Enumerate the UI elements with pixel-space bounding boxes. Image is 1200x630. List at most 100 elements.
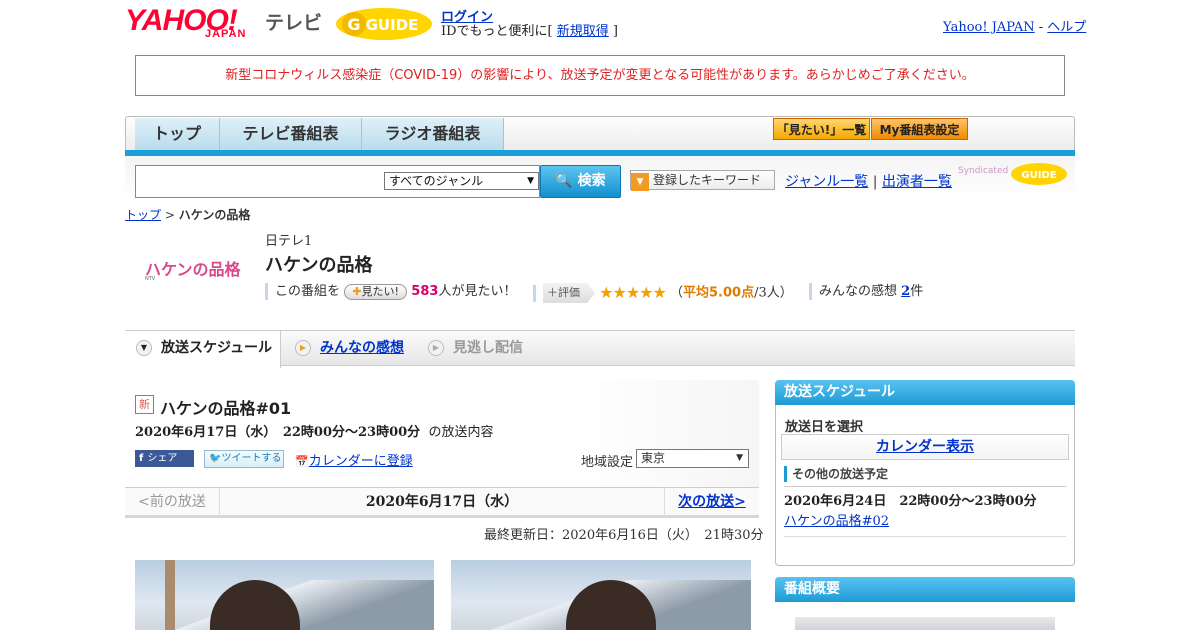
program-logo: ハケンの品格 [145, 260, 241, 279]
triangle-down-icon: ▼ [136, 340, 152, 356]
facebook-share-label: シェア [147, 453, 178, 464]
tab-catchup-label: 見逃し配信 [453, 340, 523, 356]
prev-broadcast-link: <前の放送 [125, 488, 220, 517]
covid-notice: 新型コロナウィルス感染症（COVID-19）の影響により、放送予定が変更となる可… [135, 55, 1065, 96]
twitter-icon: 🐦 [209, 453, 222, 464]
link-separator: - [1034, 20, 1048, 35]
average-score: 平均5.00点 [683, 285, 755, 301]
search-links: ジャンル一覧 | 出演者一覧 [785, 171, 952, 191]
id-text-prefix: IDでもっと便利に[ [441, 24, 557, 39]
next-schedule-title-link[interactable]: ハケンの品格#02 [784, 510, 889, 529]
kansou-prefix: みんなの感想 [819, 284, 902, 299]
breadcrumb-current: ハケンの品格 [178, 208, 251, 222]
svg-text:GUIDE: GUIDE [366, 16, 419, 34]
play-icon: ▶ [295, 340, 311, 356]
episode-date-suffix: の放送内容 [428, 425, 494, 440]
genre-select-value: すべてのジャンル [389, 174, 484, 188]
episode-title: ハケンの品格#01 [160, 399, 292, 418]
sidebar-overview-head: 番組概要 [775, 577, 1075, 602]
breadcrumb: トップ > ハケンの品格 [125, 206, 250, 223]
rate-button-label: 評価 [558, 286, 580, 299]
rate-button[interactable]: ＋評価 [543, 283, 595, 303]
rating-stat: ＋評価 ★★★★★ （平均5.00点/3人） [533, 283, 793, 303]
next-broadcast-link[interactable]: 次の放送> [664, 488, 759, 517]
mitai-suffix: 人が見たい！ [438, 284, 517, 299]
play-icon: ▶ [428, 340, 444, 356]
tweet-label: ツイートする [221, 453, 282, 464]
svg-text:G: G [347, 15, 360, 34]
genre-select[interactable]: すべてのジャンル ▼ [384, 172, 539, 190]
nav-tab-radio-schedule[interactable]: ラジオ番組表 [362, 118, 504, 150]
chevron-down-icon: ▼ [527, 176, 534, 186]
select-day-label: 放送日を選択 [785, 420, 864, 435]
rating-people: /3人） [754, 285, 793, 301]
svg-text:GUIDE: GUIDE [1021, 170, 1056, 181]
mitai-stat: この番組を ✚見たい! 583人が見たい！ [265, 283, 516, 301]
search-button[interactable]: 🔍 検索 [540, 165, 621, 198]
plus-icon: ＋ [547, 286, 558, 299]
my-schedule-settings-button[interactable]: My番組表設定 [871, 118, 968, 140]
mitai-button[interactable]: ✚見たい! [344, 283, 408, 300]
id-register-text: IDでもっと便利に[ 新規取得 ] [441, 20, 618, 39]
breadcrumb-sep: > [161, 208, 179, 222]
last-updated: 最終更新日：2020年6月16日（火） 21時30分 [484, 528, 764, 543]
mitai-count: 583 [411, 284, 439, 299]
tab-schedule[interactable]: ▼ 放送スケジュール [125, 331, 281, 368]
current-broadcast-date: 2020年6月17日（水） [365, 494, 519, 510]
facebook-share-button[interactable]: f シェア [135, 450, 194, 467]
next-schedule-date: 2020年6月24日 22時00分～23時00分 [784, 494, 1037, 509]
mitai-list-button[interactable]: 「見たい!」一覧 [773, 118, 870, 140]
program-title: ハケンの品格 [265, 255, 373, 276]
kansou-suffix: 件 [910, 284, 924, 299]
search-icon: 🔍 [555, 173, 573, 189]
region-select[interactable]: 東京 ▼ [636, 449, 749, 468]
rating-open: （ [670, 285, 684, 301]
mitai-prefix: この番組を [275, 284, 341, 299]
program-logo-sub: NTV [145, 276, 156, 282]
nav-tab-tv-schedule[interactable]: テレビ番組表 [220, 118, 362, 150]
new-badge: 新 [135, 395, 154, 414]
kansou-stat: みんなの感想 2件 [809, 283, 923, 301]
top-right-links: Yahoo! JAPAN - ヘルプ [943, 16, 1086, 35]
yahoo-japan-text: JAPAN [205, 28, 247, 40]
tab-catchup: ▶ 見逃し配信 [417, 331, 547, 367]
chevron-down-icon: ▼ [736, 453, 743, 463]
registered-keyword-button[interactable]: ▼ 登録したキーワード [630, 170, 775, 191]
cast-list-link[interactable]: 出演者一覧 [882, 174, 952, 190]
id-text-suffix: ] [608, 24, 618, 39]
genre-list-link[interactable]: ジャンル一覧 [785, 174, 868, 190]
tweet-button[interactable]: 🐦ツイートする [204, 450, 284, 468]
tv-label: テレビ [265, 12, 323, 34]
nav-tab-top[interactable]: トップ [135, 118, 220, 150]
plus-icon: ✚ [352, 284, 362, 298]
calendar-show-button[interactable]: カレンダー表示 [781, 434, 1069, 460]
region-select-value: 東京 [641, 451, 666, 465]
syndicated-gguide-logo: GUIDE [1011, 163, 1067, 185]
channel-name: 日テレ1 [265, 234, 313, 249]
syndicated-label: Syndicated [958, 166, 1009, 176]
gguide-logo: G GUIDE [336, 8, 432, 40]
sidebar-schedule-head: 放送スケジュール [775, 380, 1075, 405]
overview-image [795, 617, 1055, 630]
tab-reviews-label: みんなの感想 [320, 340, 404, 356]
stat-divider [265, 283, 268, 300]
star-rating: ★★★★★ [599, 283, 667, 302]
mitai-button-label: 見たい! [361, 284, 399, 298]
breadcrumb-top-link[interactable]: トップ [125, 208, 161, 222]
calendar-icon: 📅 [295, 455, 309, 468]
other-schedule-heading: その他の放送予定 [784, 466, 1066, 487]
kansou-count-link[interactable]: 2 [901, 284, 910, 299]
register-link[interactable]: 新規取得 [557, 24, 609, 39]
keyword-button-label: 登録したキーワード [653, 173, 762, 187]
episode-date: 2020年6月17日（水） 22時00分～23時00分 [135, 425, 421, 440]
divider [784, 536, 1066, 537]
stat-divider [533, 284, 536, 302]
calendar-register[interactable]: 📅カレンダーに登録 [295, 450, 413, 469]
triangle-down-icon: ▼ [631, 173, 649, 191]
link-divider: | [872, 174, 878, 190]
episode-datetime: 2020年6月17日（水） 22時00分～23時00分 の放送内容 [135, 421, 493, 440]
yahoo-japan-link[interactable]: Yahoo! JAPAN [943, 20, 1035, 35]
calendar-register-link[interactable]: カレンダーに登録 [309, 454, 413, 469]
help-link[interactable]: ヘルプ [1047, 20, 1086, 35]
tab-reviews[interactable]: ▶ みんなの感想 [284, 331, 416, 367]
